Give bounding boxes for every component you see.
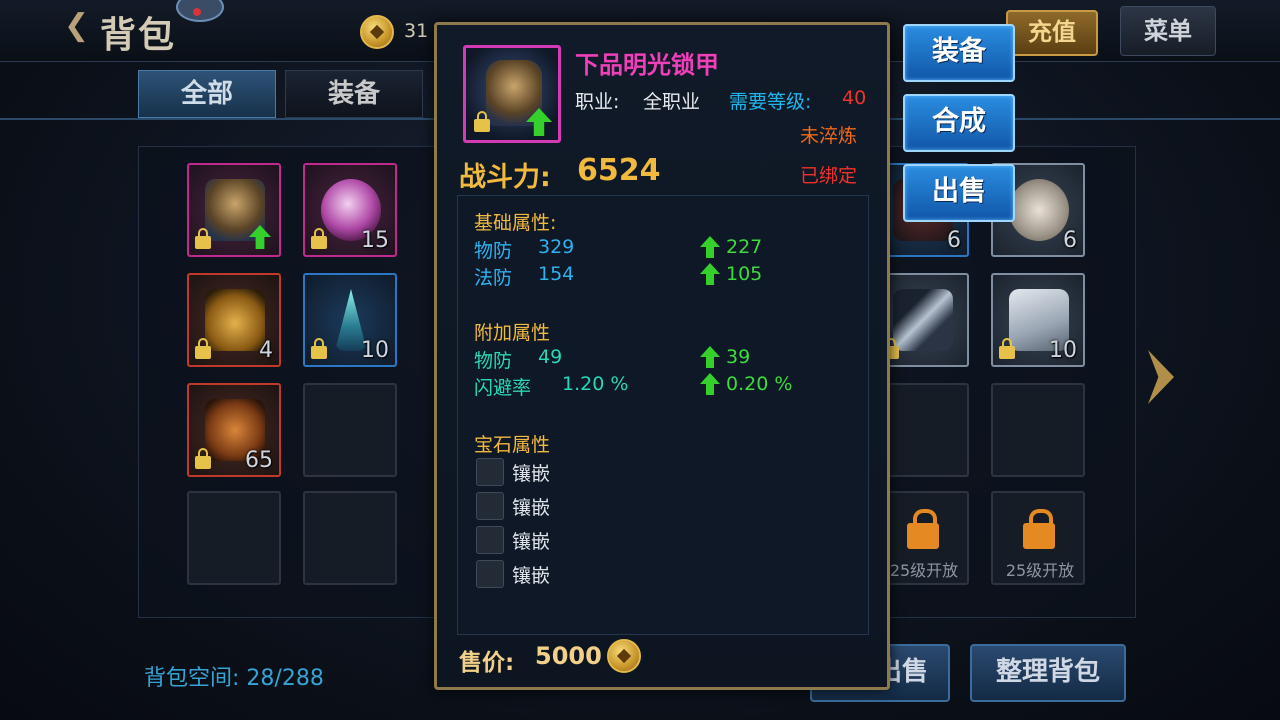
item-thumbnail xyxy=(463,45,561,143)
scroll-icon xyxy=(1009,179,1069,241)
lock-icon xyxy=(195,228,211,249)
socket-label: 镶嵌 xyxy=(512,531,551,553)
class-value: 全职业 xyxy=(643,91,701,113)
gem-socket-icon[interactable] xyxy=(476,526,504,554)
inventory-slot[interactable]: 65 xyxy=(187,383,281,477)
tab-equipment[interactable]: 装备 xyxy=(285,70,423,118)
socket-label: 镶嵌 xyxy=(512,565,551,587)
attr-bonus: 227 xyxy=(726,236,763,258)
sell-button[interactable]: 出售 xyxy=(903,164,1015,222)
tidy-bag-button[interactable]: 整理背包 xyxy=(970,644,1126,702)
item-count: 10 xyxy=(361,338,389,363)
inventory-slot[interactable]: 15 xyxy=(303,163,397,257)
attr-name: 法防 xyxy=(474,267,513,289)
class-label: 职业: xyxy=(575,91,620,113)
pet-avatar-icon[interactable] xyxy=(176,0,224,22)
empty-slot[interactable] xyxy=(303,491,397,585)
combat-power-label: 战斗力: xyxy=(459,162,551,193)
lock-icon xyxy=(195,338,211,359)
bound-status: 已绑定 xyxy=(800,165,858,187)
empty-slot[interactable] xyxy=(187,491,281,585)
attr-name: 闪避率 xyxy=(474,377,532,399)
sell-price-label: 售价: xyxy=(459,650,515,676)
menu-button[interactable]: 菜单 xyxy=(1120,6,1216,56)
back-arrow-icon[interactable]: ❮ xyxy=(64,8,89,43)
equip-button[interactable]: 装备 xyxy=(903,24,1015,82)
base-attributes-title: 基础属性: xyxy=(474,212,557,234)
item-tooltip: 下品明光锁甲 职业: 全职业 需要等级: 40 未淬炼 战斗力: 6524 已绑… xyxy=(434,22,890,690)
padlock-icon xyxy=(1023,509,1055,549)
combat-power-value: 6524 xyxy=(577,153,661,188)
lock-icon xyxy=(195,448,211,469)
gem-socket-icon[interactable] xyxy=(476,458,504,486)
socket-label: 镶嵌 xyxy=(512,497,551,519)
required-level-label: 需要等级: xyxy=(729,91,812,113)
padlock-icon xyxy=(907,509,939,549)
sell-price-value: 5000 xyxy=(535,642,602,670)
lock-icon xyxy=(999,338,1015,359)
blade-icon xyxy=(893,289,953,351)
empty-slot[interactable] xyxy=(303,383,397,477)
bag-space-value: 28/288 xyxy=(246,666,324,691)
compose-button[interactable]: 合成 xyxy=(903,94,1015,152)
required-level-value: 40 xyxy=(842,87,867,109)
refine-status: 未淬炼 xyxy=(800,125,858,147)
attributes-panel: 基础属性: 物防 329 227 法防 154 105 附加属性 物防 49 3… xyxy=(457,195,869,635)
recharge-button[interactable]: 充值 xyxy=(1006,10,1098,56)
tab-all[interactable]: 全部 xyxy=(138,70,276,118)
upgrade-arrow-icon xyxy=(700,373,720,395)
bag-space-label: 背包空间: xyxy=(144,666,240,691)
attr-value: 1.20 % xyxy=(562,373,629,395)
item-count: 65 xyxy=(245,448,273,473)
extra-attributes-title: 附加属性 xyxy=(474,322,551,344)
attr-bonus: 0.20 % xyxy=(726,373,793,395)
socket-label: 镶嵌 xyxy=(512,463,551,485)
attr-name: 物防 xyxy=(474,350,513,372)
lock-icon xyxy=(311,338,327,359)
unlock-level-label: 25级开放 xyxy=(889,561,959,580)
attr-bonus: 39 xyxy=(726,346,751,368)
bag-space: 背包空间: 28/288 xyxy=(144,660,324,692)
currency-amount: 31 xyxy=(404,20,429,42)
next-page-arrow-icon[interactable] xyxy=(1148,350,1174,404)
gem-socket-icon[interactable] xyxy=(476,492,504,520)
attr-value: 329 xyxy=(538,236,575,258)
item-count: 6 xyxy=(947,228,961,253)
gem-socket-icon[interactable] xyxy=(476,560,504,588)
item-count: 6 xyxy=(1063,228,1077,253)
coin-icon xyxy=(360,15,394,49)
coin-icon xyxy=(607,639,641,673)
unlock-level-label: 25级开放 xyxy=(1005,561,1075,580)
lock-icon xyxy=(311,228,327,249)
empty-slot[interactable] xyxy=(991,383,1085,477)
inventory-slot[interactable]: 10 xyxy=(303,273,397,367)
inventory-slot[interactable]: 10 xyxy=(991,273,1085,367)
item-count: 10 xyxy=(1049,338,1077,363)
inventory-slot[interactable] xyxy=(187,163,281,257)
item-count: 15 xyxy=(361,228,389,253)
upgrade-arrow-icon xyxy=(700,263,720,285)
item-count: 4 xyxy=(259,338,273,363)
locked-slot[interactable]: 25级开放 xyxy=(991,491,1085,585)
attr-value: 154 xyxy=(538,263,575,285)
inventory-slot[interactable]: 4 xyxy=(187,273,281,367)
upgrade-arrow-icon xyxy=(700,236,720,258)
gem-attributes-title: 宝石属性 xyxy=(474,434,551,456)
lock-icon xyxy=(474,111,490,132)
item-name: 下品明光锁甲 xyxy=(575,51,719,79)
attr-value: 49 xyxy=(538,346,563,368)
attr-name: 物防 xyxy=(474,240,513,262)
vase-icon xyxy=(205,289,265,351)
page-title: 背包 xyxy=(100,15,177,56)
attr-bonus: 105 xyxy=(726,263,763,285)
upgrade-arrow-icon xyxy=(700,346,720,368)
